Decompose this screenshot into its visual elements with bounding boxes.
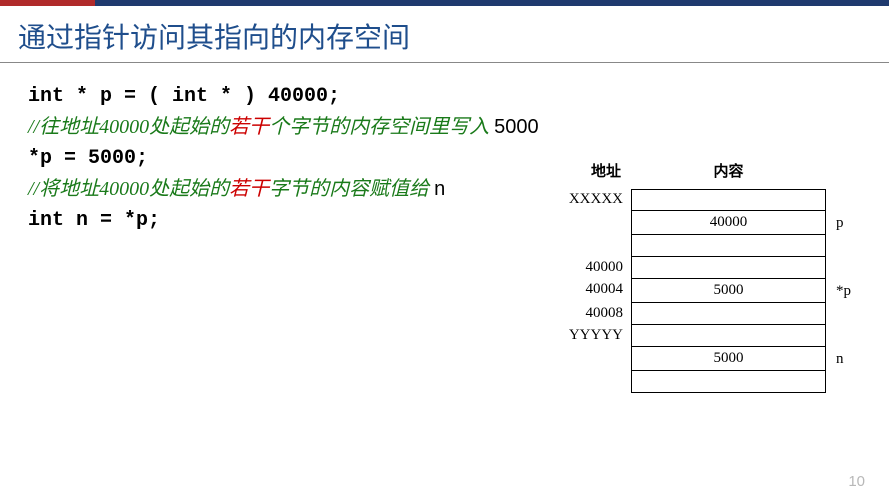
- pointer-label: *p: [826, 279, 866, 303]
- diagram-row: 5000n: [546, 347, 871, 371]
- title-divider: [0, 62, 889, 63]
- diagram-headers: 地址 内容: [546, 160, 871, 181]
- memory-cell: 5000: [631, 279, 826, 303]
- comment-text: 字节的内容赋值给: [269, 178, 434, 200]
- pointer-label: [826, 371, 866, 393]
- address-label: [546, 211, 631, 235]
- address-label: [546, 371, 631, 393]
- comment-text: 个字节的内存空间里写入: [269, 116, 494, 138]
- diagram-row: YYYYY: [546, 325, 871, 347]
- pointer-label: [826, 303, 866, 325]
- comment-var: n: [434, 178, 445, 200]
- pointer-label: [826, 235, 866, 257]
- header-address: 地址: [546, 160, 631, 181]
- address-label: 40008: [546, 303, 631, 325]
- comment-text: //将地址40000处起始的: [28, 178, 229, 200]
- comment-number: 5000: [494, 116, 539, 138]
- memory-cell: 5000: [631, 347, 826, 371]
- address-label: [546, 347, 631, 371]
- diagram-row: 40000: [546, 257, 871, 279]
- diagram-row: [546, 371, 871, 393]
- pointer-label: p: [826, 211, 866, 235]
- comment-highlight: 若干: [229, 116, 269, 138]
- pointer-label: [826, 257, 866, 279]
- header-content: 内容: [631, 160, 826, 181]
- memory-cell: [631, 371, 826, 393]
- pointer-label: n: [826, 347, 866, 371]
- memory-cell: [631, 303, 826, 325]
- comment-highlight: 若干: [229, 178, 269, 200]
- memory-cell: [631, 235, 826, 257]
- memory-cell: [631, 325, 826, 347]
- memory-diagram: 地址 内容 XXXXX40000p40000400045000*p40008YY…: [546, 160, 871, 393]
- address-label: XXXXX: [546, 189, 631, 211]
- page-number: 10: [848, 473, 865, 490]
- slide-title: 通过指针访问其指向的内存空间: [0, 6, 889, 62]
- code-line-1: int * p = ( int * ) 40000;: [28, 81, 861, 112]
- diagram-row: XXXXX: [546, 189, 871, 211]
- pointer-label: [826, 189, 866, 211]
- address-label: [546, 235, 631, 257]
- comment-text: //往地址40000处起始的: [28, 116, 229, 138]
- memory-cell: [631, 189, 826, 211]
- diagram-row: 400045000*p: [546, 279, 871, 303]
- diagram-row: 40008: [546, 303, 871, 325]
- slide-accent-bar: [0, 0, 889, 6]
- memory-cell: [631, 257, 826, 279]
- pointer-label: [826, 325, 866, 347]
- code-comment-1: //往地址40000处起始的若干个字节的内存空间里写入 5000: [28, 112, 861, 143]
- diagram-row: [546, 235, 871, 257]
- address-label: 40004: [546, 279, 631, 303]
- diagram-row: 40000p: [546, 211, 871, 235]
- address-label: YYYYY: [546, 325, 631, 347]
- memory-cell: 40000: [631, 211, 826, 235]
- address-label: 40000: [546, 257, 631, 279]
